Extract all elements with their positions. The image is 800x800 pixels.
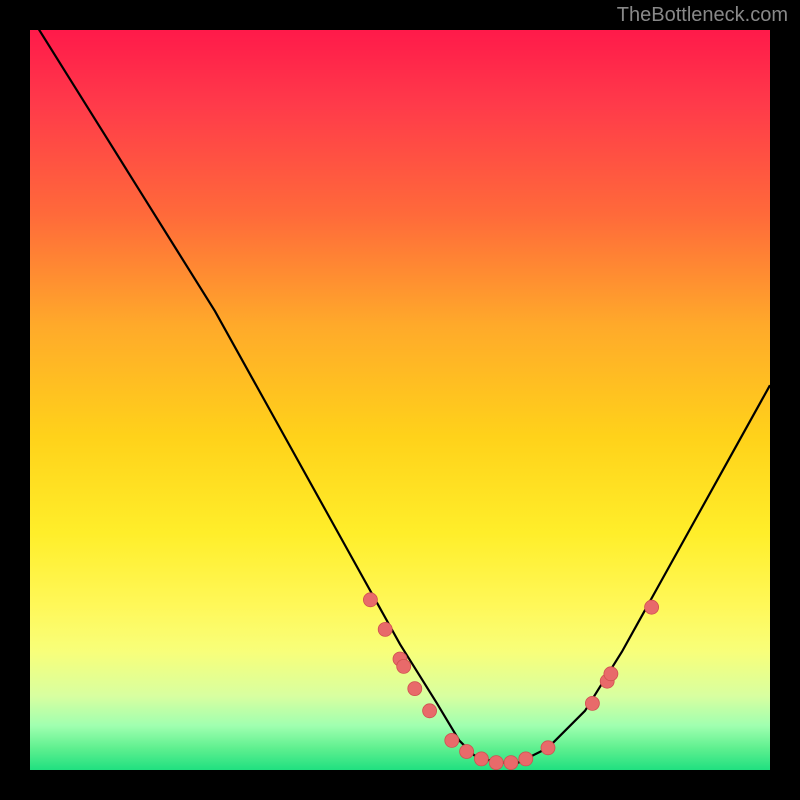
highlight-dot: [378, 622, 392, 636]
watermark-text: TheBottleneck.com: [617, 4, 788, 27]
chart-svg: [30, 30, 770, 770]
highlight-dot: [489, 756, 503, 770]
plot-area: [30, 30, 770, 770]
highlight-dot: [474, 752, 488, 766]
highlight-dot: [541, 741, 555, 755]
highlight-dot: [423, 704, 437, 718]
highlight-dot: [460, 745, 474, 759]
highlight-dot: [604, 667, 618, 681]
highlight-dot: [645, 600, 659, 614]
highlight-dot: [408, 682, 422, 696]
highlight-dots: [363, 593, 658, 770]
highlight-dot: [585, 696, 599, 710]
highlight-dot: [397, 659, 411, 673]
highlight-dot: [504, 756, 518, 770]
highlight-dot: [519, 752, 533, 766]
highlight-dot: [363, 593, 377, 607]
highlight-dot: [445, 733, 459, 747]
